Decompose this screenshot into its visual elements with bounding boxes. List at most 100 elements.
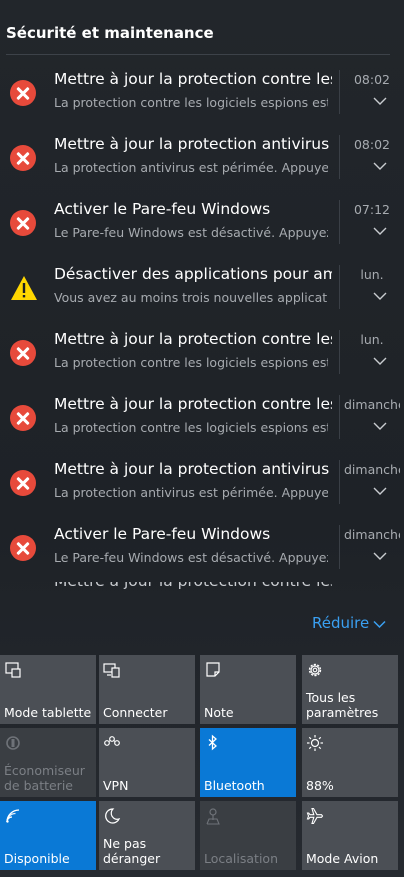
warning-icon bbox=[10, 275, 37, 301]
section-divider bbox=[6, 54, 390, 55]
tablet-mode-icon bbox=[5, 662, 21, 678]
tile-label: Bluetooth bbox=[204, 778, 265, 793]
tile-label: VPN bbox=[103, 778, 129, 793]
notification-time: dimanche bbox=[344, 397, 400, 412]
notification-item[interactable]: Mettre à jour la protection antivirus La… bbox=[0, 454, 404, 519]
notification-time: 07:12 bbox=[353, 202, 391, 217]
notification-divider bbox=[339, 70, 340, 114]
chevron-down-icon[interactable] bbox=[373, 551, 387, 561]
notification-title: Mettre à jour la protection contre les l… bbox=[54, 330, 332, 348]
tile-vpn[interactable]: VPN bbox=[99, 728, 195, 797]
tile-label: Ne pas déranger bbox=[103, 836, 161, 866]
notification-title: Activer le Pare-feu Windows bbox=[54, 525, 271, 543]
wifi-icon bbox=[6, 809, 20, 823]
notification-divider bbox=[339, 395, 340, 439]
error-icon bbox=[10, 145, 36, 171]
error-icon bbox=[10, 470, 36, 496]
notification-divider bbox=[339, 200, 340, 244]
tile-tablet-mode[interactable]: Mode tablette bbox=[0, 655, 96, 724]
tile-label: Disponible bbox=[4, 851, 70, 866]
tile-label: Localisation bbox=[204, 851, 278, 866]
notification-time: lun. bbox=[360, 332, 384, 347]
notification-item[interactable]: Désactiver des applications pour amélior… bbox=[0, 259, 404, 324]
notification-divider bbox=[339, 525, 340, 569]
chevron-down-icon[interactable] bbox=[373, 161, 387, 171]
tile-label: Mode tablette bbox=[4, 705, 92, 720]
bluetooth-icon bbox=[208, 734, 217, 751]
notification-description: La protection contre les logiciels espio… bbox=[54, 420, 328, 435]
collapse-label: Réduire bbox=[312, 614, 370, 632]
notification-title: Mettre à jour la protection antivirus bbox=[54, 135, 330, 153]
error-icon bbox=[10, 80, 36, 106]
error-icon bbox=[10, 535, 36, 561]
vpn-icon bbox=[104, 736, 120, 746]
notification-description: La protection contre les logiciels espio… bbox=[54, 95, 328, 110]
notification-time: dimanche bbox=[344, 462, 400, 477]
tile-wifi[interactable]: Disponible bbox=[0, 801, 96, 870]
tile-do-not-disturb[interactable]: Ne pas déranger bbox=[99, 801, 195, 870]
error-icon bbox=[10, 405, 36, 431]
tile-bluetooth[interactable]: Bluetooth bbox=[200, 728, 296, 797]
connect-icon bbox=[103, 663, 120, 678]
notification-item-partial[interactable]: Mettre à jour la protection contre les bbox=[54, 582, 332, 590]
notification-item[interactable]: Mettre à jour la protection contre les l… bbox=[0, 389, 404, 454]
notification-item[interactable]: Mettre à jour la protection contre les l… bbox=[0, 324, 404, 389]
tile-label: Note bbox=[204, 705, 234, 720]
notification-divider bbox=[339, 135, 340, 179]
tile-label: Économiseur de batterie bbox=[4, 763, 85, 793]
notification-divider bbox=[339, 460, 340, 504]
notification-description: Le Pare-feu Windows est désactivé. Appuy… bbox=[54, 225, 328, 240]
tile-all-settings[interactable]: Tous les paramètres bbox=[302, 655, 398, 724]
tile-note[interactable]: Note bbox=[200, 655, 296, 724]
notification-time: 08:02 bbox=[353, 137, 391, 152]
chevron-down-icon[interactable] bbox=[373, 356, 387, 366]
moon-icon bbox=[105, 808, 121, 824]
chevron-down-icon[interactable] bbox=[373, 226, 387, 236]
chevron-down-icon[interactable] bbox=[373, 96, 387, 106]
chevron-down-icon[interactable] bbox=[373, 421, 387, 431]
notification-description: La protection contre les logiciels espio… bbox=[54, 355, 328, 370]
notification-title: Désactiver des applications pour amélior… bbox=[54, 265, 332, 283]
action-center: Sécurité et maintenance Mettre à jour la… bbox=[0, 0, 404, 877]
notification-title: Mettre à jour la protection contre les l… bbox=[54, 395, 332, 413]
tile-label: Mode Avion bbox=[306, 851, 379, 866]
notification-description: Vous avez au moins trois nouvelles appli… bbox=[54, 290, 328, 305]
notification-description: Le Pare-feu Windows est désactivé. Appuy… bbox=[54, 550, 328, 565]
tile-label: Tous les paramètres bbox=[306, 690, 379, 720]
notification-item[interactable]: Activer le Pare-feu Windows Le Pare-feu … bbox=[0, 519, 404, 584]
gear-icon bbox=[308, 663, 322, 677]
tile-brightness[interactable]: 88% bbox=[302, 728, 398, 797]
notification-title: Activer le Pare-feu Windows bbox=[54, 200, 271, 218]
chevron-down-icon[interactable] bbox=[373, 486, 387, 496]
tile-location[interactable]: Localisation bbox=[200, 801, 296, 870]
notification-divider bbox=[339, 265, 340, 309]
note-icon bbox=[206, 662, 220, 677]
notification-description: La protection antivirus est périmée. App… bbox=[54, 485, 328, 500]
error-icon bbox=[10, 210, 36, 236]
notification-divider bbox=[339, 330, 340, 374]
notification-item[interactable]: Activer le Pare-feu Windows Le Pare-feu … bbox=[0, 194, 404, 259]
notification-item[interactable]: Mettre à jour la protection contre les l… bbox=[0, 64, 404, 129]
chevron-down-icon bbox=[373, 620, 386, 629]
tile-connect[interactable]: Connecter bbox=[99, 655, 195, 724]
collapse-button[interactable]: Réduire bbox=[312, 614, 386, 632]
notification-time: dimanche bbox=[344, 527, 400, 542]
tile-label: Connecter bbox=[103, 705, 168, 720]
chevron-down-icon[interactable] bbox=[373, 291, 387, 301]
notification-time: lun. bbox=[360, 267, 384, 282]
notification-title: Mettre à jour la protection contre les l… bbox=[54, 70, 332, 88]
section-title: Sécurité et maintenance bbox=[6, 24, 214, 42]
tile-battery-saver[interactable]: Économiseur de batterie bbox=[0, 728, 96, 797]
notification-title: Mettre à jour la protection antivirus bbox=[54, 460, 330, 478]
airplane-icon bbox=[306, 807, 324, 825]
error-icon bbox=[10, 340, 36, 366]
notification-title: Mettre à jour la protection contre les bbox=[54, 582, 332, 590]
location-icon bbox=[206, 808, 220, 825]
tile-airplane-mode[interactable]: Mode Avion bbox=[302, 801, 398, 870]
brightness-icon bbox=[307, 735, 323, 751]
notification-time: 08:02 bbox=[353, 72, 391, 87]
tile-label: 88% bbox=[306, 778, 334, 793]
battery-saver-icon bbox=[6, 736, 20, 750]
notification-item[interactable]: Mettre à jour la protection antivirus La… bbox=[0, 129, 404, 194]
notification-description: La protection antivirus est périmée. App… bbox=[54, 160, 328, 175]
